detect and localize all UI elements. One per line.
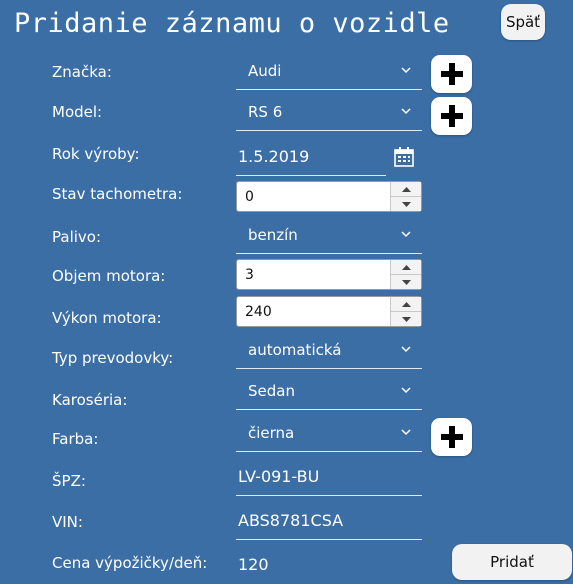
body-value: Sedan [248,382,295,400]
brand-label: Značka: [52,63,112,81]
triangle-down-icon [401,201,411,207]
color-value: čierna [248,424,295,442]
fuel-value: benzín [248,226,298,244]
odometer-spinner[interactable]: 0 [236,181,422,212]
page-title: Pridanie záznamu o vozidle [14,8,450,39]
engine-power-spin-buttons [390,297,421,326]
engine-power-decrement-button[interactable] [391,312,421,326]
body-label: Karoséria: [52,391,128,409]
triangle-up-icon [401,264,411,270]
model-label: Model: [52,103,103,121]
year-date-field[interactable]: 1.5.2019 [236,140,386,176]
add-color-button[interactable] [431,418,472,456]
engine-volume-increment-button[interactable] [391,260,421,275]
engine-volume-value: 3 [245,267,254,283]
model-select[interactable]: RS 6 [236,95,422,131]
odometer-label: Stav tachometra: [52,185,183,203]
chevron-down-icon [401,108,411,115]
engine-volume-spin-buttons [390,260,421,289]
price-value: 120 [238,555,269,574]
chevron-down-icon [401,67,411,74]
chevron-down-icon [401,346,411,353]
plate-label: ŠPZ: [52,472,86,490]
color-select[interactable]: čierna [236,416,422,452]
plate-value: LV-091-BU [238,467,320,486]
triangle-up-icon [401,301,411,307]
body-select[interactable]: Sedan [236,374,422,410]
year-label: Rok výroby: [52,145,140,163]
model-value: RS 6 [248,103,283,121]
engine-volume-label: Objem motora: [52,267,166,285]
add-brand-button[interactable] [431,55,472,93]
triangle-down-icon [401,279,411,285]
triangle-up-icon [401,186,411,192]
transmission-label: Typ prevodovky: [52,349,174,367]
plus-icon [440,63,463,85]
engine-power-spinner[interactable]: 240 [236,296,422,327]
transmission-select[interactable]: automatická [236,333,422,369]
engine-volume-decrement-button[interactable] [391,275,421,289]
engine-power-value: 240 [245,304,272,320]
transmission-value: automatická [248,341,342,359]
year-value: 1.5.2019 [238,147,310,166]
engine-volume-spinner[interactable]: 3 [236,259,422,290]
price-label: Cena výpožičky/deň: [52,554,208,572]
calendar-icon[interactable] [394,147,414,167]
vin-label: VIN: [52,513,83,531]
add-model-button[interactable] [431,97,472,135]
triangle-down-icon [401,316,411,322]
color-label: Farba: [52,430,99,448]
chevron-down-icon [401,387,411,394]
brand-value: Audi [248,62,282,80]
odometer-decrement-button[interactable] [391,197,421,211]
brand-select[interactable]: Audi [236,54,422,90]
plus-icon [440,426,463,448]
chevron-down-icon [401,429,411,436]
odometer-value: 0 [245,189,254,205]
fuel-label: Palivo: [52,228,102,246]
odometer-increment-button[interactable] [391,182,421,197]
vin-value: ABS8781CSA [238,511,344,530]
vin-field[interactable]: ABS8781CSA [236,504,422,540]
engine-power-label: Výkon motora: [52,309,162,327]
add-button[interactable]: Pridať [452,544,572,580]
plus-icon [440,105,463,127]
odometer-spin-buttons [390,182,421,211]
chevron-down-icon [401,231,411,238]
engine-power-increment-button[interactable] [391,297,421,312]
plate-field[interactable]: LV-091-BU [236,460,422,496]
fuel-select[interactable]: benzín [236,218,422,254]
price-field[interactable]: 120 [236,548,422,584]
back-button[interactable]: Späť [501,4,545,40]
